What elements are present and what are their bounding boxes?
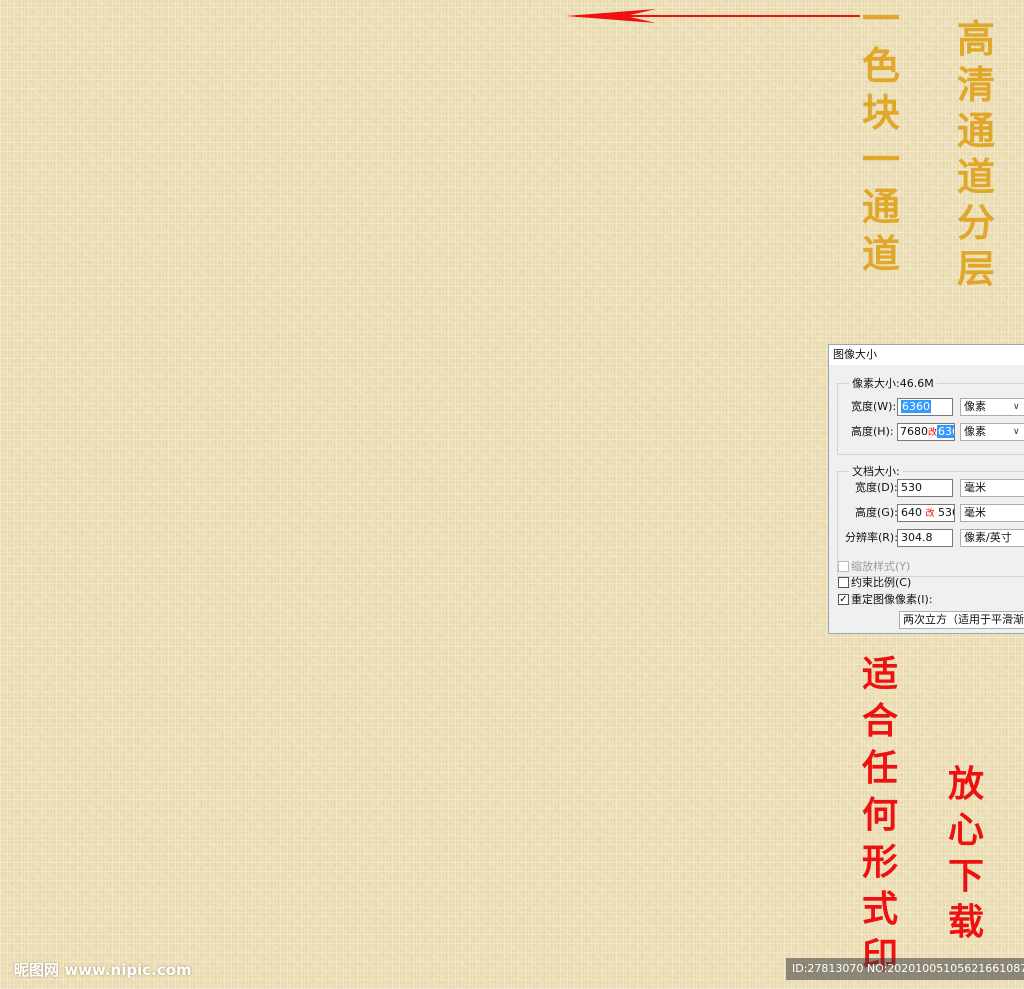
annotation-char: 层 bbox=[957, 246, 996, 291]
pixel-height-unit-select[interactable]: 像素 ∨ bbox=[960, 423, 1024, 441]
left-arrow-icon bbox=[566, 9, 860, 23]
annotation-char: 适 bbox=[862, 653, 899, 695]
image-size-dialog: 图像大小 像素大小:46.6M 宽度(W): 6360 像素 ∨ 高度(H): … bbox=[828, 344, 1024, 634]
pixel-height-unit: 像素 bbox=[964, 425, 986, 438]
doc-width-row: 宽度(D): 530 毫米 bbox=[829, 478, 1024, 498]
doc-width-unit: 毫米 bbox=[964, 481, 986, 494]
scale-styles-checkbox[interactable] bbox=[838, 561, 849, 572]
pixel-width-unit: 像素 bbox=[964, 400, 986, 413]
edit-mark: 改 bbox=[925, 509, 935, 519]
doc-height-row: 高度(G): 640 改 530 毫米 bbox=[829, 503, 1024, 523]
pixel-height-row: 高度(H): 7680改6360 像素 ∨ bbox=[829, 422, 1024, 442]
resample-method-select[interactable]: 两次立方（适用于平滑渐变 bbox=[899, 611, 1024, 629]
doc-height-input[interactable]: 640 改 530 bbox=[897, 504, 955, 522]
resolution-unit-select[interactable]: 像素/英寸 bbox=[960, 529, 1024, 547]
constrain-proportions-checkbox[interactable] bbox=[838, 577, 849, 588]
annotation-one-layer-one-channel: 一 色 块 一 通 道 bbox=[862, 0, 900, 282]
pixel-dimensions-group bbox=[837, 383, 1024, 455]
doc-height-unit-select[interactable]: 毫米 bbox=[960, 504, 1024, 522]
annotation-char: 分 bbox=[957, 200, 996, 245]
pixel-height-input[interactable]: 7680改6360 bbox=[897, 423, 955, 441]
resample-row: ✓ 重定图像像素(I): bbox=[829, 590, 1024, 610]
annotation-char: 载 bbox=[948, 901, 985, 943]
pixel-width-row: 宽度(W): 6360 像素 ∨ bbox=[829, 397, 1024, 417]
doc-width-input[interactable]: 530 bbox=[897, 479, 953, 497]
image-id-bar: ID:27813070 NO:20201005105621661087 bbox=[786, 958, 1024, 980]
annotation-char: 一 bbox=[862, 0, 901, 41]
annotation-char: 下 bbox=[948, 855, 985, 897]
pixel-width-value: 6360 bbox=[901, 400, 931, 413]
annotation-char: 放 bbox=[948, 763, 985, 805]
pixel-height-label: 高度(H): bbox=[851, 425, 894, 438]
annotation-char: 高 bbox=[957, 16, 996, 61]
doc-width-unit-select[interactable]: 毫米 bbox=[960, 479, 1024, 497]
annotation-char: 一 bbox=[862, 137, 901, 182]
annotation-char: 通 bbox=[862, 184, 901, 229]
annotation-suitable-for-print: 适 合 任 何 形 式 印 bbox=[862, 656, 898, 985]
resolution-input[interactable]: 304.8 bbox=[897, 529, 953, 547]
annotation-char: 合 bbox=[862, 700, 899, 742]
annotation-char: 式 bbox=[862, 888, 899, 930]
pixel-width-unit-select[interactable]: 像素 ∨ bbox=[960, 398, 1024, 416]
doc-height-new-value: 530 bbox=[938, 506, 954, 519]
annotation-char: 心 bbox=[948, 809, 985, 851]
annotation-hd-channel-layers: 高 清 通 道 分 层 bbox=[957, 20, 995, 296]
annotation-char: 道 bbox=[957, 154, 996, 199]
annotation-char: 道 bbox=[862, 231, 901, 276]
resolution-unit: 像素/英寸 bbox=[964, 531, 1012, 544]
document-size-legend: 文档大小: bbox=[849, 463, 903, 479]
resolution-label: 分辨率(R): bbox=[845, 531, 898, 544]
annotation-char: 任 bbox=[862, 747, 899, 789]
edit-mark: 改 bbox=[928, 428, 938, 438]
pixel-height-old-value: 7680 bbox=[900, 425, 928, 438]
pixel-height-new-value: 6360 bbox=[937, 425, 954, 438]
resample-label: 重定图像像素(I): bbox=[851, 593, 933, 606]
annotation-char: 色 bbox=[862, 43, 901, 88]
watermark-footer: 昵图网 www.nipic.com ID:27813070 NO:2020100… bbox=[0, 958, 1024, 982]
doc-height-label: 高度(G): bbox=[855, 506, 898, 519]
resample-checkbox[interactable]: ✓ bbox=[838, 594, 849, 605]
doc-width-label: 宽度(D): bbox=[855, 481, 898, 494]
annotation-char: 清 bbox=[957, 62, 996, 107]
resolution-value: 304.8 bbox=[901, 531, 933, 544]
doc-height-old-value: 640 bbox=[901, 506, 922, 519]
resample-method-value: 两次立方（适用于平滑渐变 bbox=[903, 613, 1024, 626]
annotation-char: 块 bbox=[862, 90, 901, 135]
annotation-char: 通 bbox=[957, 108, 996, 153]
chevron-down-icon: ∨ bbox=[1013, 427, 1020, 437]
annotation-char: 何 bbox=[862, 794, 899, 836]
annotation-char: 形 bbox=[862, 841, 899, 883]
doc-height-unit: 毫米 bbox=[964, 506, 986, 519]
pixel-width-input[interactable]: 6360 bbox=[897, 398, 953, 416]
pixel-dimensions-legend: 像素大小:46.6M bbox=[849, 375, 937, 391]
annotation-download-safely: 放 心 下 载 bbox=[948, 766, 984, 950]
pixel-width-label: 宽度(W): bbox=[851, 400, 897, 413]
chevron-down-icon: ∨ bbox=[1013, 402, 1020, 412]
resolution-row: 分辨率(R): 304.8 像素/英寸 bbox=[829, 528, 1024, 548]
dialog-title: 图像大小 bbox=[829, 345, 1024, 365]
doc-width-value: 530 bbox=[901, 481, 922, 494]
site-watermark: 昵图网 www.nipic.com bbox=[14, 961, 192, 979]
